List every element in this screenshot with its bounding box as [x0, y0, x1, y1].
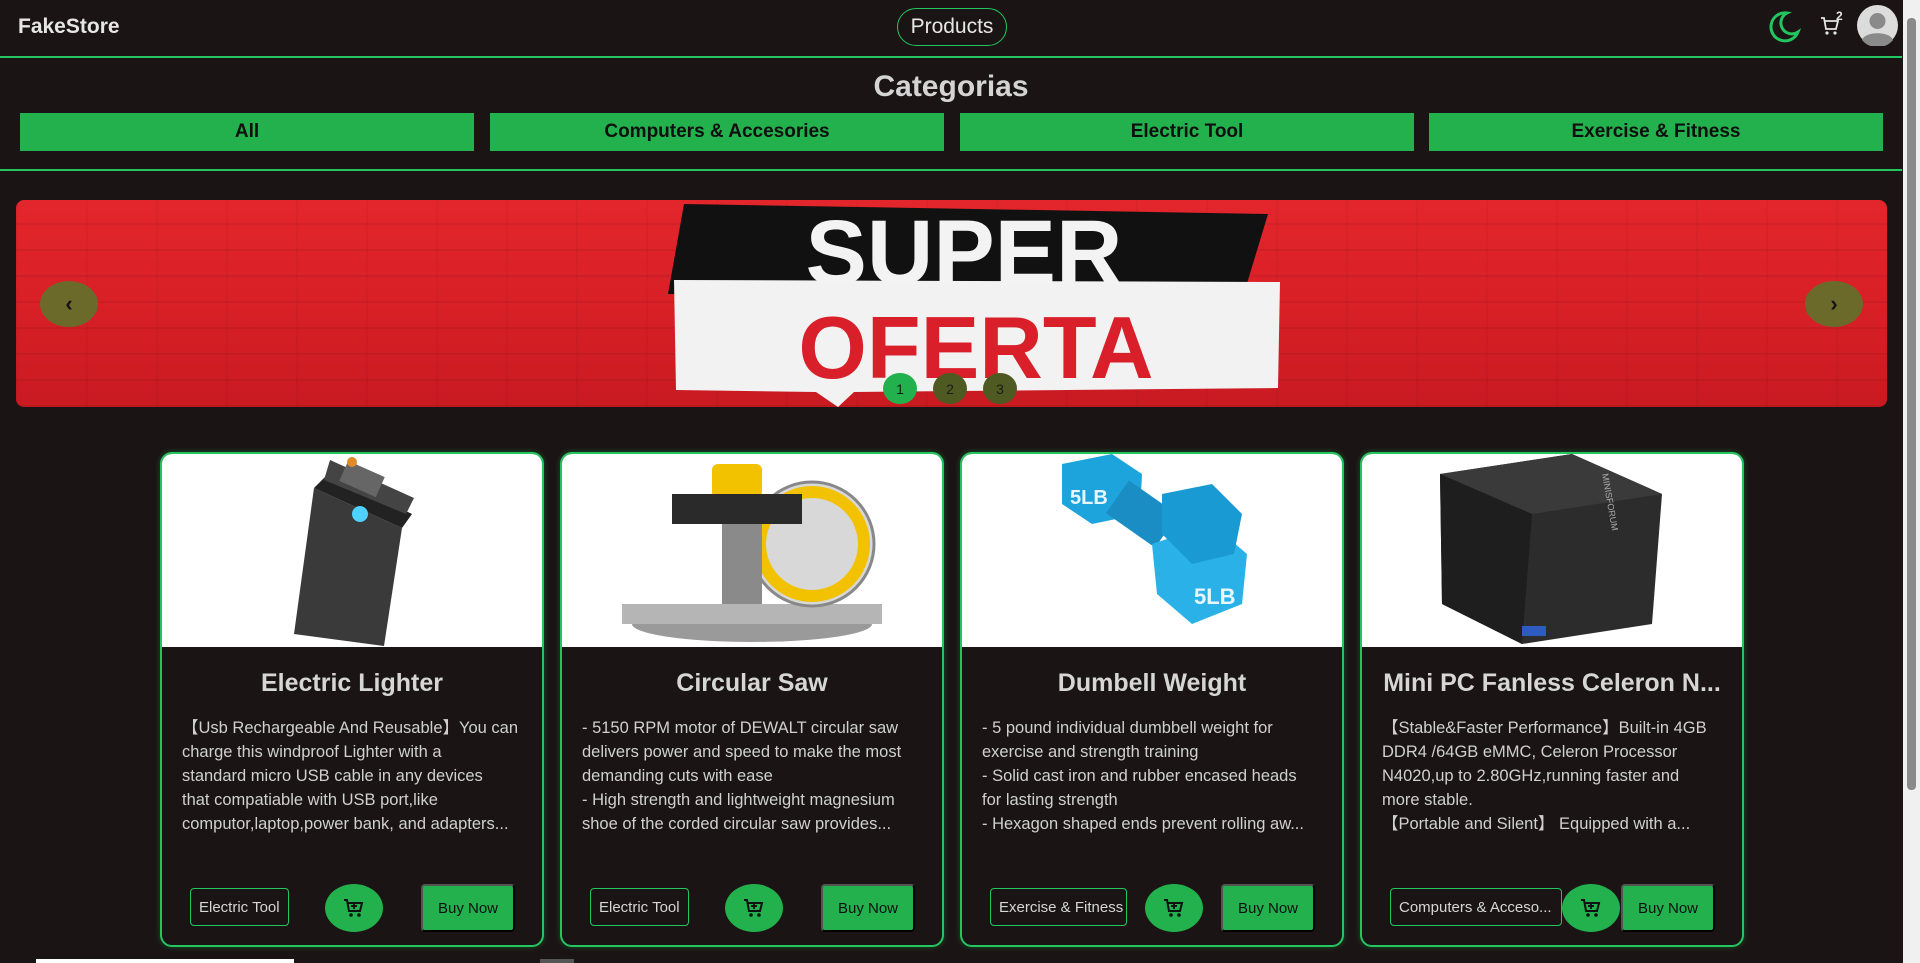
carousel-dot-1[interactable]: 1 [883, 373, 917, 404]
product-image[interactable] [162, 454, 542, 647]
cart-plus-icon [344, 899, 364, 917]
category-fitness-button[interactable]: Exercise & Fitness [1429, 113, 1883, 151]
carousel-dot-3[interactable]: 3 [983, 373, 1017, 404]
product-card: MINISFORUM Mini PC Fanless Celeron N... … [1360, 452, 1744, 947]
banner-line-2: OFERTA [798, 298, 1153, 397]
horizontal-scrollbar-indicator [540, 959, 574, 963]
product-image[interactable] [562, 454, 942, 647]
dark-mode-moon-icon[interactable] [1767, 10, 1801, 44]
top-navbar: FakeStore Products 2 [0, 0, 1902, 58]
product-description: - 5150 RPM motor of DEWALT circular saw … [582, 719, 902, 833]
category-computers-button[interactable]: Computers & Accesories [490, 113, 944, 151]
products-button[interactable]: Products [897, 8, 1007, 46]
product-card: 5LB 5LB Dumbell Weight - 5 pound individ… [960, 452, 1344, 947]
categories-title: Categorias [873, 70, 1029, 103]
product-image[interactable]: 5LB 5LB [962, 454, 1342, 647]
category-all-button[interactable]: All [20, 113, 474, 151]
product-card: Circular Saw - 5150 RPM motor of DEWALT … [560, 452, 944, 947]
carousel-next-button[interactable]: › [1805, 281, 1863, 327]
product-title[interactable]: Mini PC Fanless Celeron N... [1380, 669, 1724, 698]
category-badge: Electric Tool [590, 888, 689, 926]
vertical-scrollbar-thumb[interactable] [1907, 18, 1916, 790]
category-badge: Electric Tool [190, 888, 289, 926]
category-badge: Exercise & Fitness [990, 888, 1127, 926]
add-to-cart-button[interactable] [725, 884, 783, 932]
horizontal-scrollbar-thumb[interactable] [36, 959, 294, 963]
product-card: Electric Lighter 【Usb Rechargeable And R… [160, 452, 544, 947]
product-description: 【Stable&Faster Performance】Built-in 4GB … [1382, 719, 1707, 833]
category-bar: All Computers & Accesories Electric Tool… [0, 113, 1902, 171]
buy-now-button[interactable]: Buy Now [821, 884, 915, 932]
cart-plus-icon [1581, 899, 1601, 917]
product-description: 【Usb Rechargeable And Reusable】You can c… [182, 719, 519, 833]
category-badge: Computers & Acceso... [1390, 888, 1562, 926]
banner-line-1: SUPER [806, 202, 1123, 304]
add-to-cart-button[interactable] [1145, 884, 1203, 932]
user-avatar-icon[interactable] [1857, 5, 1898, 46]
carousel-prev-button[interactable]: ‹ [40, 281, 98, 327]
product-title[interactable]: Dumbell Weight [980, 669, 1324, 698]
carousel-dot-2[interactable]: 2 [933, 373, 967, 404]
brand-logo[interactable]: FakeStore [18, 15, 120, 39]
product-title[interactable]: Electric Lighter [180, 669, 524, 698]
dumbbell-weight-label: 5LB [1194, 584, 1236, 609]
buy-now-button[interactable]: Buy Now [1621, 884, 1715, 932]
dumbbell-weight-label: 5LB [1070, 487, 1108, 509]
cart-plus-icon [744, 899, 764, 917]
product-description: - 5 pound individual dumbbell weight for… [982, 719, 1304, 833]
cart-count-badge: 2 [1836, 9, 1843, 23]
saw-icon [622, 464, 882, 642]
cart-plus-icon [1164, 899, 1184, 917]
mini-pc-icon: MINISFORUM [1440, 454, 1662, 644]
buy-now-button[interactable]: Buy Now [1221, 884, 1315, 932]
add-to-cart-button[interactable] [325, 884, 383, 932]
category-electric-tool-button[interactable]: Electric Tool [960, 113, 1414, 151]
dumbbell-icon: 5LB 5LB [1062, 454, 1247, 624]
lighter-icon [294, 457, 414, 646]
add-to-cart-button[interactable] [1562, 884, 1620, 932]
buy-now-button[interactable]: Buy Now [421, 884, 515, 932]
product-image[interactable]: MINISFORUM [1362, 454, 1742, 647]
product-title[interactable]: Circular Saw [580, 669, 924, 698]
